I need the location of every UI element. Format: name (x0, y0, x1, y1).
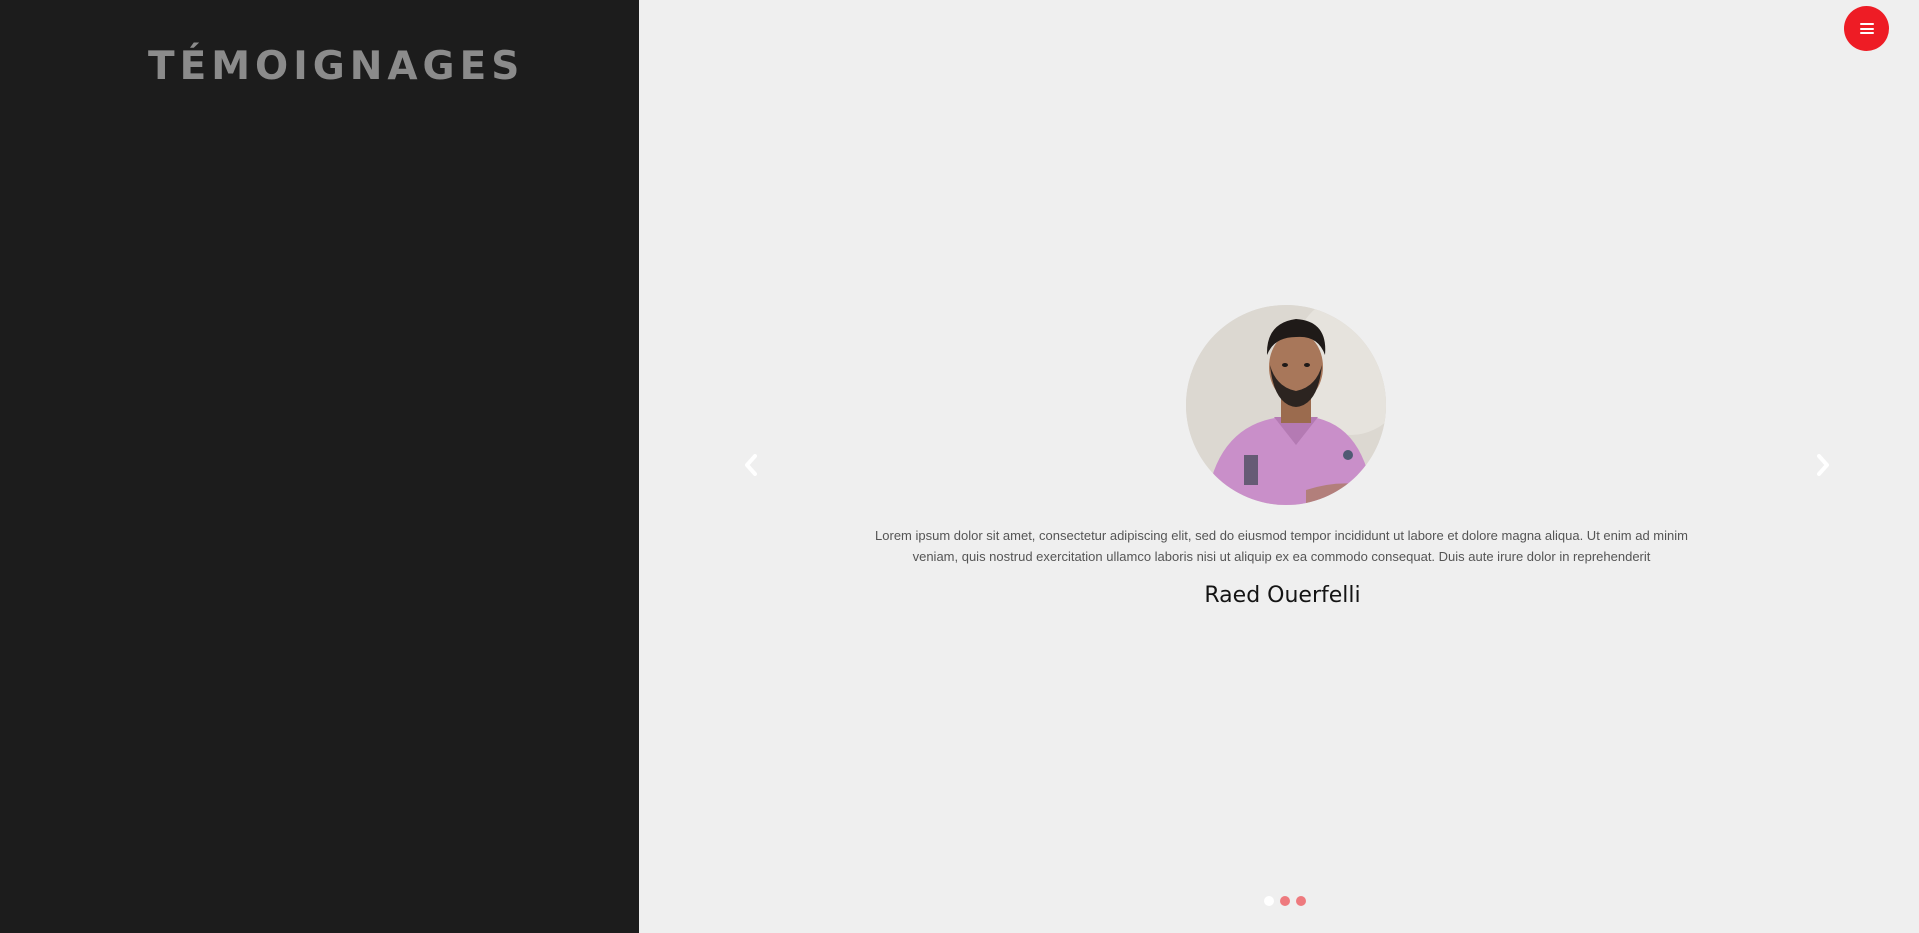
carousel-next-button[interactable] (1811, 452, 1835, 478)
chevron-left-icon (745, 454, 757, 476)
left-panel: TÉMOIGNAGES (0, 0, 639, 933)
menu-button[interactable] (1844, 6, 1889, 51)
carousel-dot-2[interactable] (1280, 896, 1290, 906)
testimonial-carousel: Lorem ipsum dolor sit amet, consectetur … (639, 0, 1919, 933)
testimonial-author: Raed Ouerfelli (1204, 583, 1361, 608)
carousel-pagination (1264, 896, 1306, 906)
testimonial-avatar (1186, 305, 1386, 505)
chevron-right-icon (1817, 454, 1829, 476)
carousel-prev-button[interactable] (739, 452, 763, 478)
testimonial-quote: Lorem ipsum dolor sit amet, consectetur … (875, 528, 1688, 564)
hamburger-menu-icon (1859, 23, 1874, 34)
testimonials-page: TÉMOIGNAGES Lorem ipsum dolor sit amet, … (0, 0, 1919, 933)
section-title: TÉMOIGNAGES (148, 44, 525, 89)
carousel-dot-1[interactable] (1264, 896, 1274, 906)
carousel-dot-3[interactable] (1296, 896, 1306, 906)
